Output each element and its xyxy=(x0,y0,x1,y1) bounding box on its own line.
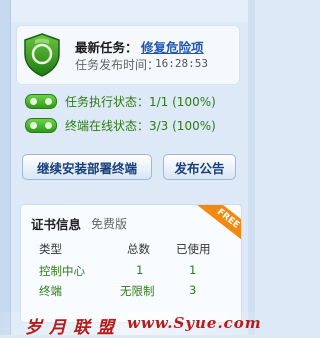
certificate-title: 证书信息 xyxy=(31,217,82,232)
table-cell-total: 1 xyxy=(136,263,144,277)
table-cell-used: 1 xyxy=(189,263,197,277)
shield-icon xyxy=(24,33,60,77)
certificate-edition: 免费版 xyxy=(91,217,128,231)
publish-announcement-button[interactable]: 发布公告 xyxy=(163,154,236,180)
table-cell-type: 终端 xyxy=(39,284,62,298)
task-execution-status-text: 任务执行状态：1/1 (100%) xyxy=(65,95,216,109)
latest-task-link[interactable]: 修复危险项 xyxy=(141,37,204,56)
top-strip xyxy=(0,0,255,22)
left-sidebar-edge xyxy=(0,0,10,335)
table-cell-type: 控制中心 xyxy=(39,264,85,278)
publish-time-label: 任务发布时间： xyxy=(75,58,160,72)
status-indicator-icon xyxy=(25,94,57,109)
table-header-used: 已使用 xyxy=(176,242,211,256)
table-header-type: 类型 xyxy=(39,242,62,256)
certificate-info-panel: 证书信息 免费版 FREE 类型 总数 已使用 控制中心 1 1 终端 无限制 … xyxy=(20,204,242,323)
table-header-total: 总数 xyxy=(127,242,150,256)
table-cell-total: 无限制 xyxy=(120,284,155,298)
latest-task-label: 最新任务： xyxy=(75,40,138,55)
continue-deploy-button[interactable]: 继续安装部署终端 xyxy=(22,154,152,180)
table-cell-used: 3 xyxy=(189,283,197,297)
left-border-line xyxy=(10,0,11,335)
status-indicator-icon xyxy=(25,118,57,133)
terminal-online-status-text: 终端在线状态：3/3 (100%) xyxy=(65,119,216,133)
latest-task-card: 最新任务： 修复危险项 任务发布时间： 16:28:53 xyxy=(16,25,240,85)
right-edge xyxy=(248,0,255,335)
watermark-url: www.Syue.com xyxy=(127,314,262,332)
publish-time-value: 16:28:53 xyxy=(155,57,208,70)
watermark-text: 岁月联盟 xyxy=(25,318,121,338)
